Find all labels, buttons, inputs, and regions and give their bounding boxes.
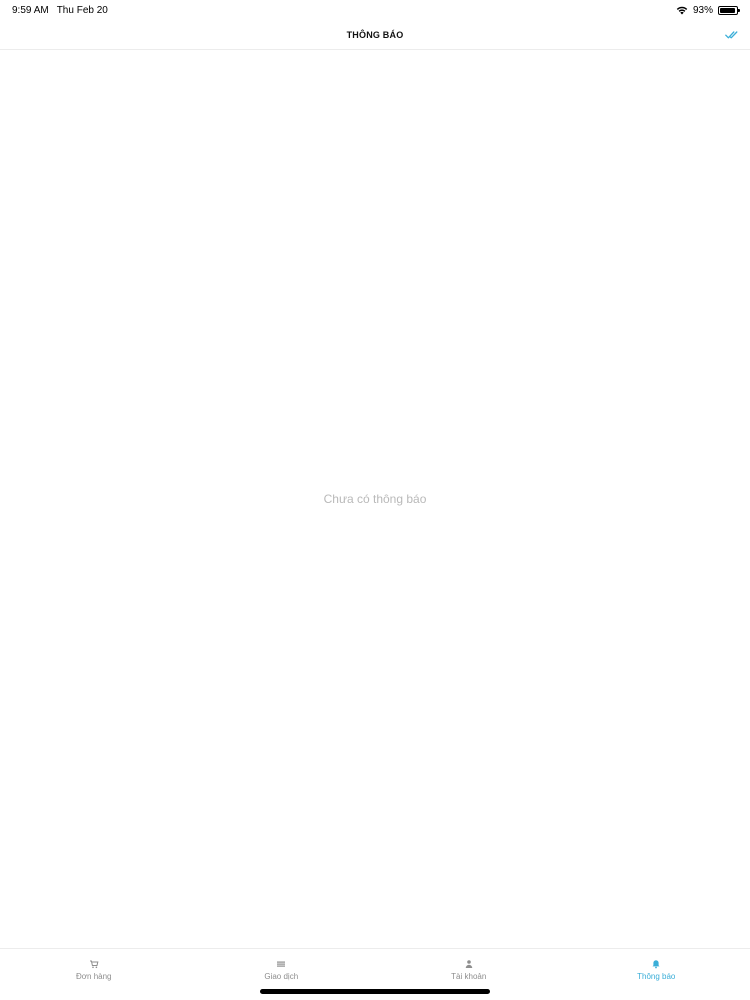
- empty-state-message: Chưa có thông báo: [323, 492, 427, 506]
- battery-fill: [720, 7, 735, 13]
- cart-icon: [89, 960, 99, 969]
- status-bar: 9:59 AM Thu Feb 20 93%: [0, 0, 750, 20]
- tab-orders-label: Đơn hàng: [76, 972, 112, 981]
- battery-percentage: 93%: [692, 4, 713, 16]
- person-icon: [465, 960, 472, 968]
- tab-orders[interactable]: Đơn hàng: [0, 949, 188, 1000]
- battery-icon: [718, 5, 740, 15]
- status-date: Thu Feb 20: [56, 4, 108, 16]
- status-left: 9:59 AM Thu Feb 20: [12, 5, 108, 16]
- status-time: 9:59 AM: [12, 4, 49, 16]
- tab-transactions-label: Giao dịch: [264, 972, 299, 981]
- nav-bar: THÔNG BÁO: [0, 20, 750, 50]
- tab-notifications-label: Thông báo: [637, 972, 676, 981]
- list-icon: [277, 961, 286, 967]
- tab-notifications[interactable]: Thông báo: [563, 949, 750, 1000]
- bell-icon: [652, 960, 660, 969]
- home-indicator[interactable]: [260, 989, 490, 994]
- notifications-list: Chưa có thông báo: [0, 50, 750, 948]
- notifications-screen: 9:59 AM Thu Feb 20 93% THÔNG BÁO Chưa có…: [0, 0, 750, 1000]
- double-check-icon: [725, 31, 738, 39]
- mark-all-read-button[interactable]: [722, 25, 742, 45]
- tab-account-label: Tài khoản: [451, 972, 487, 981]
- page-title: THÔNG BÁO: [346, 29, 404, 40]
- wifi-icon: [676, 6, 688, 15]
- status-right: 93%: [676, 4, 740, 16]
